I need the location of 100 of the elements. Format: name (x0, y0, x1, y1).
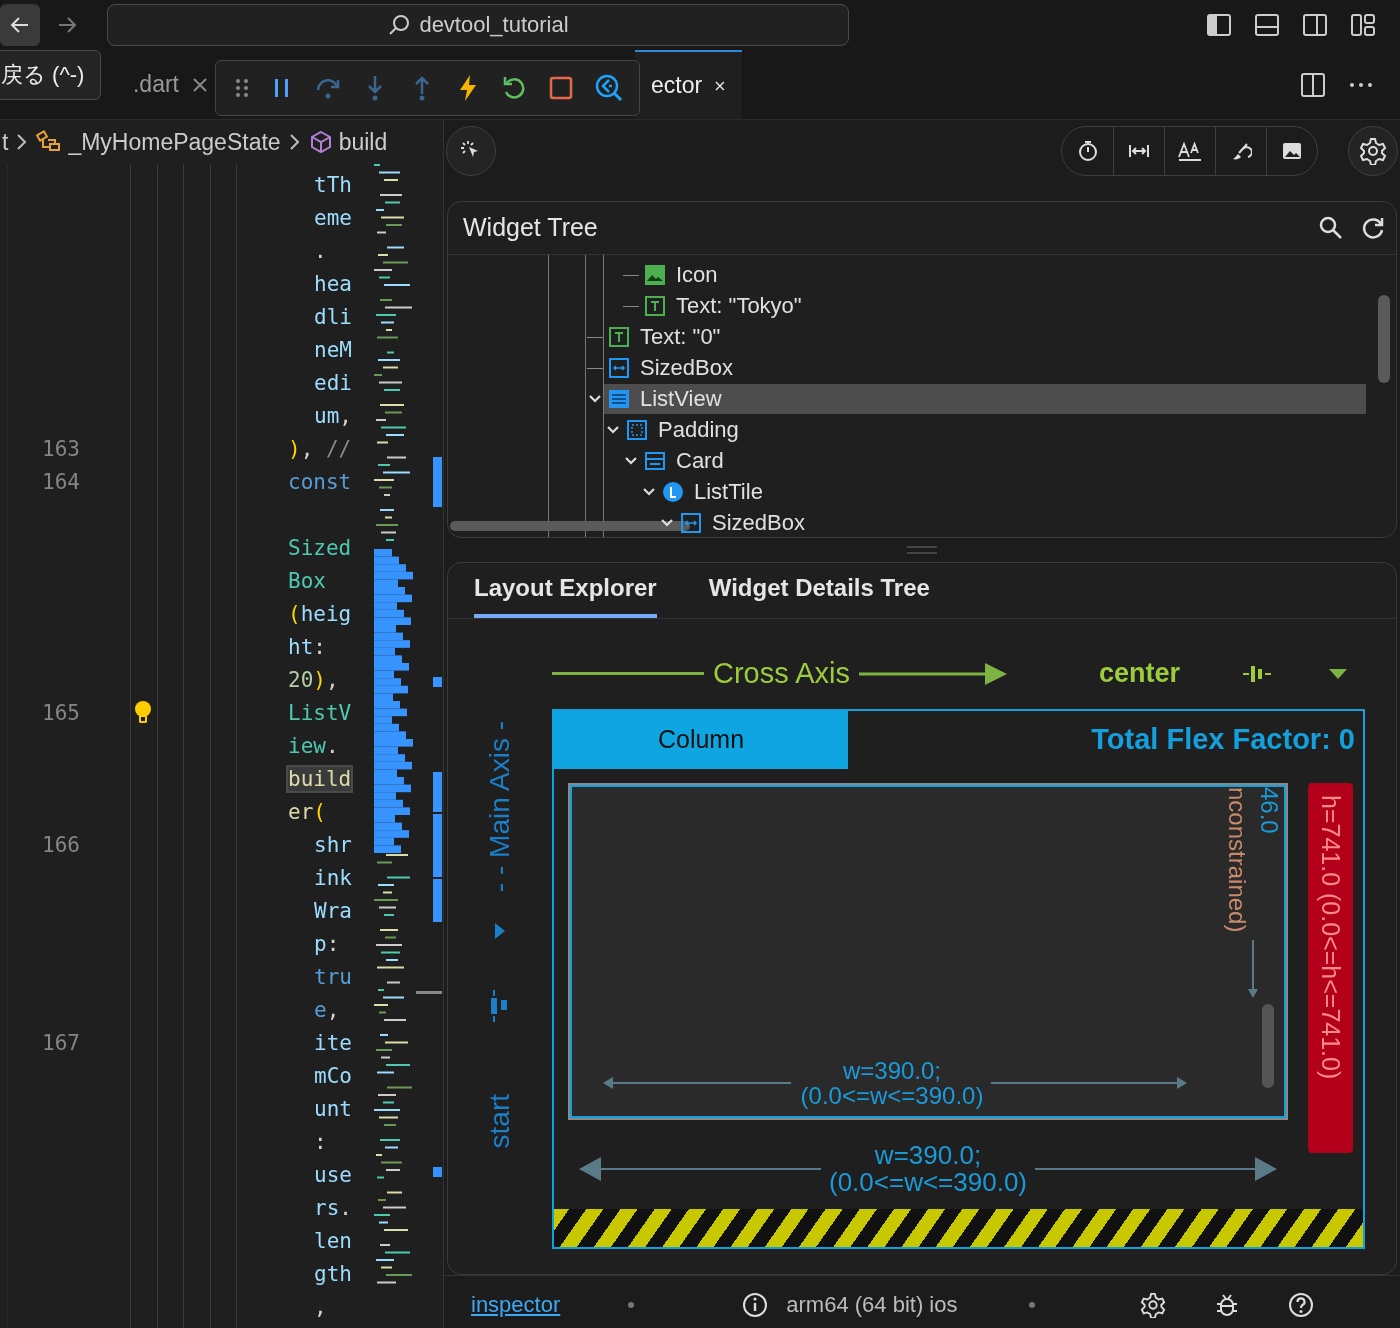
code-line: . (314, 238, 327, 263)
child-widget-box[interactable]: w=390.0; (0.0<=w<=390.0) nconstrained) 46.0 (568, 782, 1288, 1120)
list-icon (608, 388, 630, 411)
settings-icon[interactable] (1140, 1292, 1167, 1319)
tree-item[interactable]: ListTile (658, 477, 1366, 508)
dropdown-icon[interactable] (1328, 667, 1349, 680)
split-editor-icon[interactable] (1300, 71, 1326, 98)
align-start-icon[interactable] (490, 988, 510, 1025)
command-center-button[interactable]: devtool_tutorial (107, 4, 849, 46)
tree-item[interactable]: SizedBox (604, 353, 1366, 384)
info-icon[interactable] (742, 1292, 769, 1319)
width-value: w=390.0; (874, 1141, 982, 1170)
card-icon (644, 450, 666, 473)
editor-tab[interactable]: ector (635, 50, 742, 119)
font-size-icon (1177, 139, 1203, 162)
alignment-dropdown[interactable]: center (1099, 658, 1181, 690)
code-line: rs. (314, 1195, 352, 1220)
tree-item[interactable]: ListView (604, 384, 1366, 415)
separator-dot (1029, 1302, 1036, 1309)
text-widget-icon (608, 326, 630, 349)
inspector-link[interactable]: inspector (471, 1292, 561, 1319)
scrollbar[interactable] (1378, 294, 1390, 383)
tree-item[interactable]: Text: "0" (604, 322, 1366, 353)
code-line: ListV (288, 700, 352, 725)
height-range: nconstrained) (1223, 786, 1251, 933)
code-line: ite (314, 1030, 352, 1055)
tooltip: 戻る (^-) (0, 50, 102, 100)
tree-item[interactable]: Padding (622, 415, 1366, 446)
sidebar-toggle-icon[interactable] (1206, 12, 1232, 38)
device-label: arm64 (64 bit) ios (786, 1292, 958, 1319)
list-tile-icon (662, 481, 684, 504)
code-line: , (314, 1294, 327, 1319)
code-line: len (314, 1228, 352, 1253)
select-widget-button[interactable] (446, 125, 496, 176)
search-icon (387, 13, 412, 37)
line-number: 164 (42, 469, 80, 494)
code-line: ), // (288, 436, 352, 461)
class-icon (36, 130, 63, 154)
secondary-sidebar-icon[interactable] (1302, 12, 1328, 38)
code-line: mCo (314, 1063, 352, 1088)
tree-item[interactable]: Icon (640, 260, 1366, 291)
code-line: ht: (288, 634, 326, 659)
breadcrumb-item[interactable]: t (2, 128, 9, 156)
flex-factor-label: Total Flex Factor: 0 (1091, 723, 1355, 757)
image-icon (644, 264, 666, 287)
separator-dot (628, 1302, 635, 1309)
code-line: um, (314, 403, 352, 428)
text-widget-icon (644, 295, 666, 318)
panel-tab[interactable]: Layout Explorer (474, 562, 657, 618)
back-button[interactable] (0, 4, 40, 46)
panel-title: Widget Tree (463, 213, 598, 243)
line-number: 166 (42, 832, 80, 857)
resize-handle[interactable] (907, 545, 937, 554)
code-line: 20), (288, 667, 339, 692)
code-line: hea (314, 271, 352, 296)
cross-axis-label: Cross Axis (713, 657, 850, 691)
code-line: ink (314, 865, 352, 890)
tree-item[interactable]: Card (640, 446, 1366, 477)
chevron-icon (288, 132, 301, 152)
layout-icon[interactable] (1350, 12, 1376, 38)
tree-item[interactable]: Text: "Tokyo" (640, 291, 1366, 322)
scrollbar[interactable] (1262, 1004, 1274, 1089)
code-line: e, (314, 997, 340, 1022)
code-line: iew. (288, 733, 339, 758)
code-line: gth (314, 1261, 352, 1286)
code-line: dli (314, 304, 352, 329)
panel-toggle-icon[interactable] (1254, 12, 1280, 38)
sized-box-icon (608, 357, 630, 380)
width-range: (0.0<=w<=390.0) (800, 1082, 984, 1108)
code-line: : (314, 1129, 327, 1154)
help-icon[interactable] (1288, 1292, 1315, 1319)
width-value: w=390.0; (842, 1057, 942, 1083)
settings-button[interactable] (1348, 125, 1398, 176)
tree-item[interactable]: SizedBox (676, 508, 1366, 537)
code-line: neM (314, 337, 352, 362)
arrow (1247, 940, 1259, 999)
drag-handle-icon[interactable] (234, 76, 250, 100)
code-line: eme (314, 205, 352, 230)
chevron-icon (16, 132, 29, 152)
code-line: const (288, 469, 352, 494)
scrollbar[interactable] (450, 521, 690, 531)
lightbulb-icon[interactable] (134, 699, 152, 726)
code-line: tru (314, 964, 352, 989)
breadcrumb-item[interactable]: _MyHomePageState (36, 128, 281, 156)
main-alignment-dropdown[interactable]: start (484, 1094, 516, 1149)
search-icon[interactable] (1318, 214, 1344, 241)
line-number: 167 (42, 1030, 80, 1055)
padding-icon (626, 419, 648, 442)
code-line: er( (288, 799, 326, 824)
code-line: shr (314, 832, 352, 857)
height-value: 46.0 (1255, 786, 1283, 836)
height-label: h=741.0 (0.0<=h<=741.0) (1316, 794, 1345, 1082)
breadcrumb-item[interactable]: build (308, 128, 388, 156)
code-line: Wra (314, 898, 352, 923)
line-number: 163 (42, 436, 80, 461)
panel-tab[interactable]: Widget Details Tree (708, 562, 930, 618)
inspector-icon[interactable] (594, 73, 624, 103)
stopwatch-icon (1076, 139, 1099, 162)
stop-icon[interactable] (547, 74, 575, 102)
code-line: tTh (314, 172, 352, 197)
